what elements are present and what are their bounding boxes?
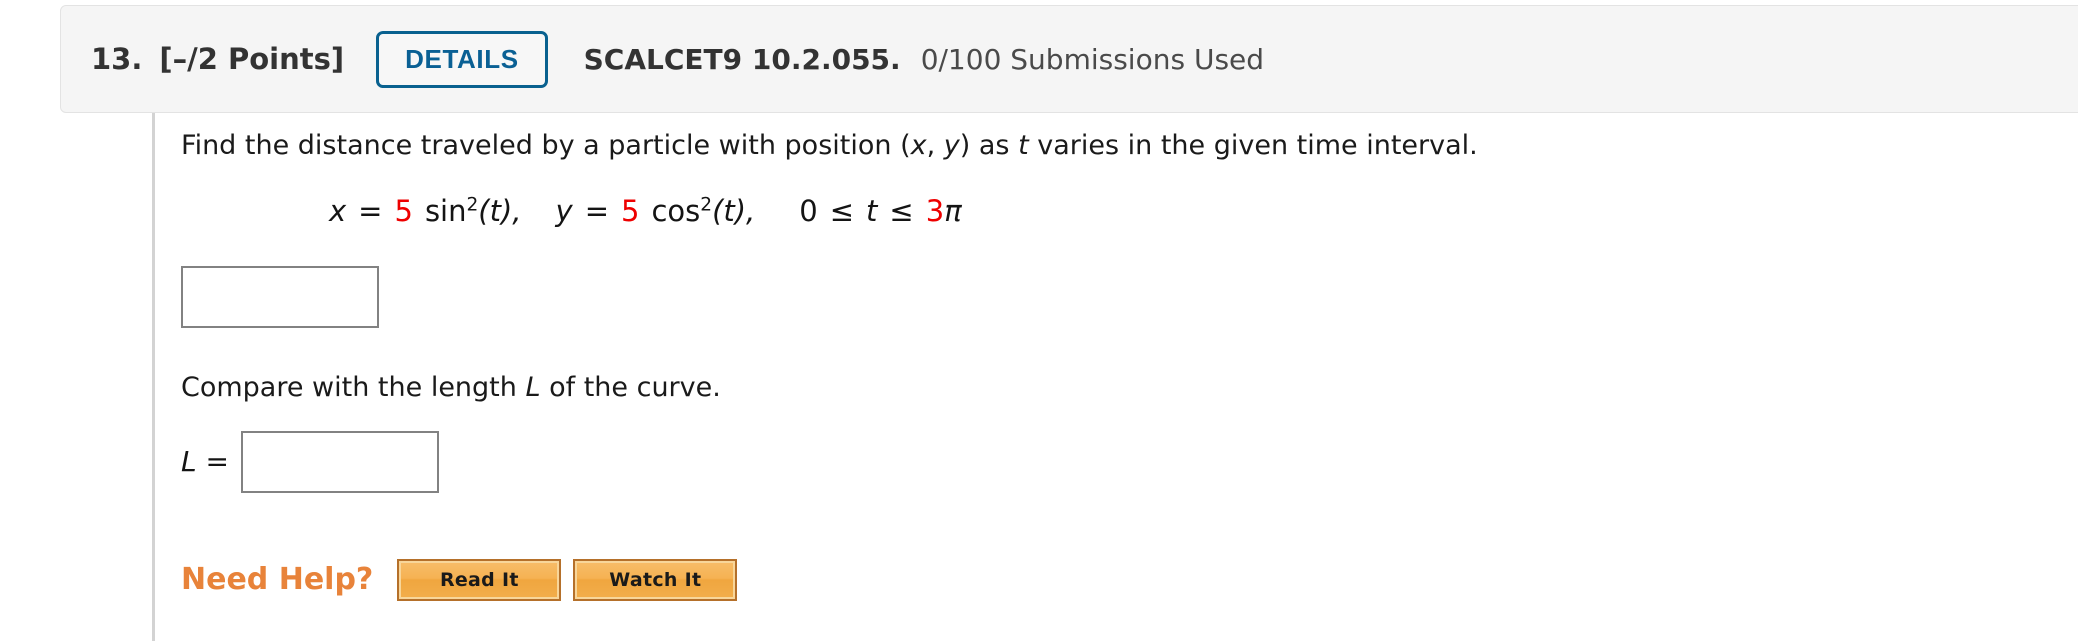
question-body: Find the distance traveled by a particle… [181,128,2078,601]
read-it-button[interactable]: Read It [397,558,562,601]
length-label-L: L [181,445,197,479]
question-left-rule [152,113,155,641]
equation-y-equals: = [584,194,609,229]
points-indicator: [–/2 Points] [159,42,345,76]
interval-upper-pi-symbol: π [944,194,962,229]
length-answer-input[interactable] [240,430,439,493]
equation-x-var: x [329,194,347,229]
length-answer-row: L = [181,430,2078,493]
prompt-text-part2: ) as [959,130,1019,161]
question-number: 13. [91,42,143,76]
need-help-row: Need Help? Read It Watch It [181,558,2078,601]
need-help-label: Need Help? [181,562,374,598]
equation-y-argument: (t), [712,194,756,229]
interval-variable: t [866,194,878,229]
distance-answer-input[interactable] [181,265,379,328]
interval-le-left: ≤ [829,194,855,229]
equation-y-function: cos [651,194,701,229]
textbook-reference: SCALCET9 10.2.055. [583,42,901,76]
prompt-comma: , [926,130,944,161]
compare-instruction: Compare with the length L of the curve. [181,372,2078,403]
compare-text-part2: of the curve. [540,371,721,403]
prompt-text-part3: varies in the given time interval. [1028,130,1478,161]
interval-lower-bound: 0 [799,194,818,229]
interval-le-right: ≤ [889,194,914,229]
prompt-text-part1: Find the distance traveled by a particle… [181,130,911,161]
equation-y-power: 2 [700,194,713,216]
equation-x-equals: = [358,194,383,229]
submissions-used: 0/100 Submissions Used [920,42,1265,76]
equation-x-coefficient: 5 [394,194,413,229]
compare-var-L: L [525,371,541,403]
equation-y-var: y [555,194,573,229]
equation-x-argument: (t), [478,194,522,229]
question-page: 13. [–/2 Points] DETAILS SCALCET9 10.2.0… [0,0,2078,641]
equation-x-function: sin [424,194,467,229]
prompt-var-x: x [910,130,927,161]
watch-it-button[interactable]: Watch It [573,558,738,601]
question-header: 13. [–/2 Points] DETAILS SCALCET9 10.2.0… [60,5,2078,113]
parametric-equations: x = 5 sin2(t), y = 5 cos2(t), 0 ≤ t ≤3π [329,193,2078,229]
prompt-var-y: y [943,130,960,161]
compare-text-part1: Compare with the length [181,371,526,403]
question-prompt: Find the distance traveled by a particle… [181,128,2078,164]
details-button[interactable]: DETAILS [376,30,548,88]
length-label-equals: = [205,445,229,479]
length-label: L = [181,445,229,478]
interval-upper-coefficient: 3 [925,194,945,229]
equation-x-power: 2 [466,194,479,216]
equation-y-coefficient: 5 [621,194,640,229]
prompt-var-t: t [1018,130,1029,161]
